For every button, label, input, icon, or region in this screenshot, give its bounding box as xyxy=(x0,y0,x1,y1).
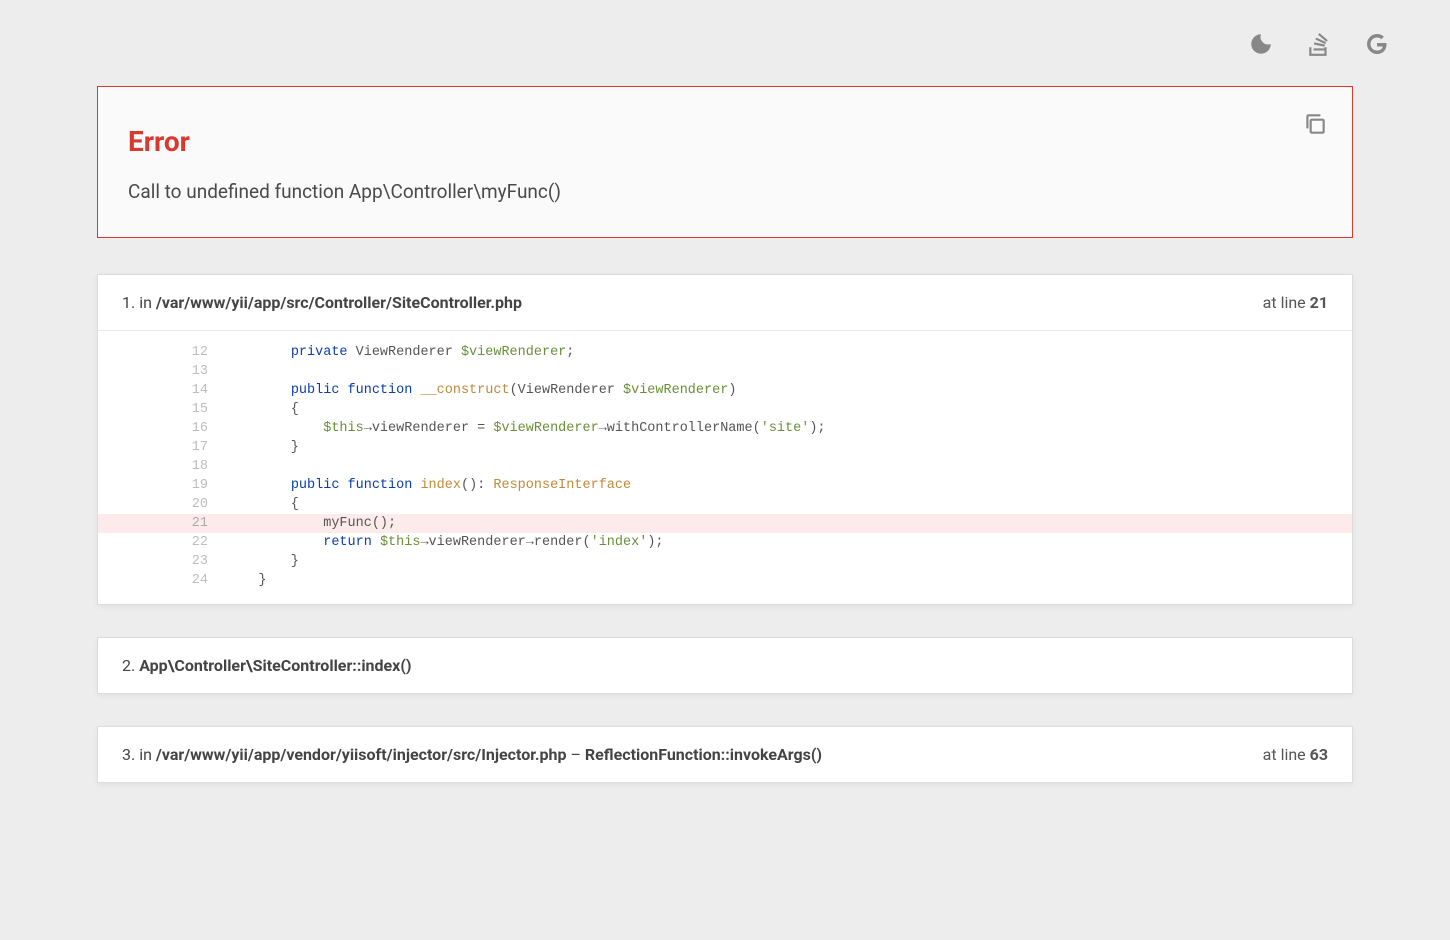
code-line: 13 xyxy=(98,362,1352,381)
trace-header[interactable]: 2. App\Controller\SiteController::index(… xyxy=(98,638,1352,693)
code-line: 15 { xyxy=(98,400,1352,419)
code-line: 12 private ViewRenderer $viewRenderer; xyxy=(98,343,1352,362)
trace-path: App\Controller\SiteController::index() xyxy=(139,656,411,675)
code-line: 20 { xyxy=(98,495,1352,514)
line-number: 16 xyxy=(98,419,226,438)
code-line: 17 } xyxy=(98,438,1352,457)
trace-index: 1. xyxy=(122,293,139,312)
code-content: public function __construct(ViewRenderer… xyxy=(226,381,736,400)
trace-at-label: at line xyxy=(1263,293,1310,312)
code-content: } xyxy=(226,552,299,571)
code-line: 24 } xyxy=(98,571,1352,590)
line-number: 13 xyxy=(98,362,226,381)
error-message: Call to undefined function App\Controlle… xyxy=(128,180,1322,203)
trace-index: 2. xyxy=(122,656,139,675)
trace-header-left: 2. App\Controller\SiteController::index(… xyxy=(122,656,412,675)
code-content: return $this→viewRenderer→render('index'… xyxy=(226,533,664,552)
trace-function: ReflectionFunction::invokeArgs() xyxy=(585,745,822,764)
trace-item[interactable]: 2. App\Controller\SiteController::index(… xyxy=(97,637,1353,694)
line-number: 12 xyxy=(98,343,226,362)
toolbar xyxy=(25,0,1425,78)
trace-item[interactable]: 1. in /var/www/yii/app/src/Controller/Si… xyxy=(97,274,1353,605)
trace-header[interactable]: 1. in /var/www/yii/app/src/Controller/Si… xyxy=(98,275,1352,330)
trace-path: /var/www/yii/app/vendor/yiisoft/injector… xyxy=(156,745,567,764)
trace-list: 1. in /var/www/yii/app/src/Controller/Si… xyxy=(97,274,1353,783)
trace-line-info: at line 21 xyxy=(1263,293,1328,312)
trace-header[interactable]: 3. in /var/www/yii/app/vendor/yiisoft/in… xyxy=(98,727,1352,782)
trace-header-left: 3. in /var/www/yii/app/vendor/yiisoft/in… xyxy=(122,745,822,764)
line-number: 22 xyxy=(98,533,226,552)
line-number: 15 xyxy=(98,400,226,419)
code-line: 22 return $this→viewRenderer→render('ind… xyxy=(98,533,1352,552)
trace-prefix: in xyxy=(139,745,156,764)
code-line: 19 public function index(): ResponseInte… xyxy=(98,476,1352,495)
code-content: $this→viewRenderer = $viewRenderer→withC… xyxy=(226,419,826,438)
line-number: 19 xyxy=(98,476,226,495)
code-content: public function index(): ResponseInterfa… xyxy=(226,476,631,495)
error-card: Error Call to undefined function App\Con… xyxy=(97,86,1353,238)
trace-line-info: at line 63 xyxy=(1263,745,1328,764)
line-number: 14 xyxy=(98,381,226,400)
code-content: } xyxy=(226,438,299,457)
dark-mode-icon[interactable] xyxy=(1247,30,1275,58)
line-number: 23 xyxy=(98,552,226,571)
trace-path: /var/www/yii/app/src/Controller/SiteCont… xyxy=(156,293,522,312)
code-block: 12 private ViewRenderer $viewRenderer;13… xyxy=(98,330,1352,604)
line-number: 21 xyxy=(98,514,226,533)
trace-at-label: at line xyxy=(1263,745,1310,764)
trace-header-left: 1. in /var/www/yii/app/src/Controller/Si… xyxy=(122,293,522,312)
trace-item[interactable]: 3. in /var/www/yii/app/vendor/yiisoft/in… xyxy=(97,726,1353,783)
line-number: 17 xyxy=(98,438,226,457)
line-number: 24 xyxy=(98,571,226,590)
copy-icon[interactable] xyxy=(1302,111,1328,141)
code-content: myFunc(); xyxy=(226,514,396,533)
code-line: 21 myFunc(); xyxy=(98,514,1352,533)
code-content: { xyxy=(226,495,299,514)
trace-line-number: 63 xyxy=(1310,745,1328,764)
code-line: 14 public function __construct(ViewRende… xyxy=(98,381,1352,400)
line-number: 18 xyxy=(98,457,226,476)
code-line: 18 xyxy=(98,457,1352,476)
code-line: 16 $this→viewRenderer = $viewRenderer→wi… xyxy=(98,419,1352,438)
error-title: Error xyxy=(128,125,1322,158)
google-icon[interactable] xyxy=(1363,30,1391,58)
code-content: private ViewRenderer $viewRenderer; xyxy=(226,343,574,362)
line-number: 20 xyxy=(98,495,226,514)
code-content: { xyxy=(226,400,299,419)
trace-separator: – xyxy=(566,745,584,764)
code-content: } xyxy=(226,571,267,590)
trace-line-number: 21 xyxy=(1310,293,1328,312)
trace-prefix: in xyxy=(139,293,156,312)
code-line: 23 } xyxy=(98,552,1352,571)
trace-index: 3. xyxy=(122,745,139,764)
stackoverflow-icon[interactable] xyxy=(1305,30,1333,58)
